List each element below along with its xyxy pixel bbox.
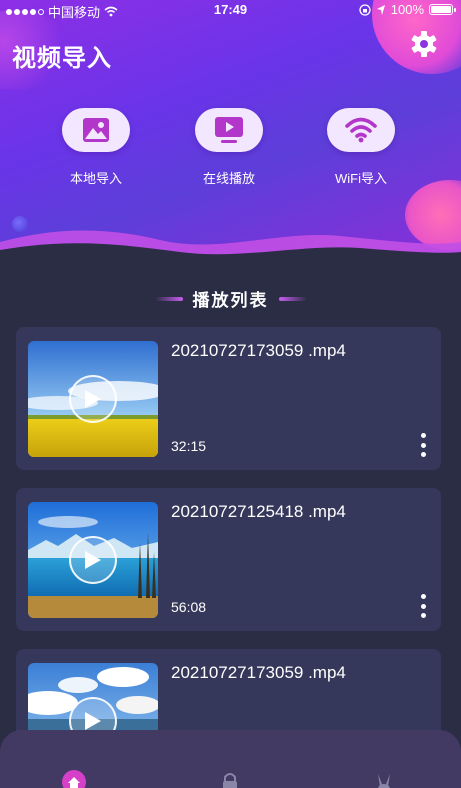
local-import-button[interactable]: 本地导入 — [56, 108, 136, 187]
lock-icon — [223, 773, 237, 788]
wifi-icon — [345, 117, 377, 143]
page-title: 视频导入 — [12, 45, 112, 72]
nav-home[interactable] — [62, 770, 86, 788]
online-play-button[interactable]: 在线播放 — [189, 108, 269, 187]
rabbit-icon — [378, 774, 390, 788]
battery-icon — [429, 4, 456, 15]
video-filename: 20210727125418 .mp4 — [171, 502, 346, 521]
wifi-import-button[interactable]: WiFi导入 — [321, 108, 401, 187]
play-button[interactable] — [69, 536, 117, 584]
video-thumbnail[interactable] — [28, 502, 158, 618]
nav-lock[interactable] — [218, 770, 242, 788]
video-filename: 20210727173059 .mp4 — [171, 663, 346, 682]
battery-percent: 100% — [390, 2, 424, 17]
video-filename: 20210727173059 .mp4 — [171, 341, 346, 360]
play-icon — [85, 551, 101, 569]
status-bar: 中国移动 17:49 100% — [0, 0, 461, 20]
section-header: 播放列表 — [0, 286, 461, 311]
section-title: 播放列表 — [192, 291, 269, 310]
more-options-button[interactable] — [416, 431, 430, 459]
settings-button[interactable] — [408, 28, 440, 60]
section-divider-right — [278, 296, 307, 301]
location-icon — [376, 4, 385, 15]
gear-icon — [411, 31, 437, 57]
playlist-item[interactable]: 20210727125418 .mp4 56:08 — [16, 488, 441, 631]
home-icon — [62, 770, 86, 788]
video-duration: 56:08 — [171, 599, 207, 615]
video-duration: 32:15 — [171, 438, 207, 454]
wifi-import-pill[interactable] — [327, 108, 395, 152]
play-screen-icon — [215, 117, 243, 143]
image-icon — [83, 118, 109, 142]
video-thumbnail[interactable] — [28, 341, 158, 457]
bottom-nav — [0, 730, 461, 788]
play-button[interactable] — [69, 375, 117, 423]
local-import-pill[interactable] — [62, 108, 130, 152]
more-options-button[interactable] — [416, 592, 430, 620]
online-play-label: 在线播放 — [202, 171, 255, 186]
wifi-import-label: WiFi导入 — [335, 171, 387, 186]
section-divider-left — [154, 296, 183, 301]
local-import-label: 本地导入 — [69, 171, 122, 186]
header-wave — [0, 230, 461, 262]
nav-rabbit[interactable] — [372, 770, 396, 788]
play-icon — [85, 712, 101, 730]
online-play-pill[interactable] — [195, 108, 263, 152]
play-icon — [85, 390, 101, 408]
orientation-lock-icon — [359, 3, 371, 16]
playlist-item[interactable]: 20210727173059 .mp4 32:15 — [16, 327, 441, 470]
